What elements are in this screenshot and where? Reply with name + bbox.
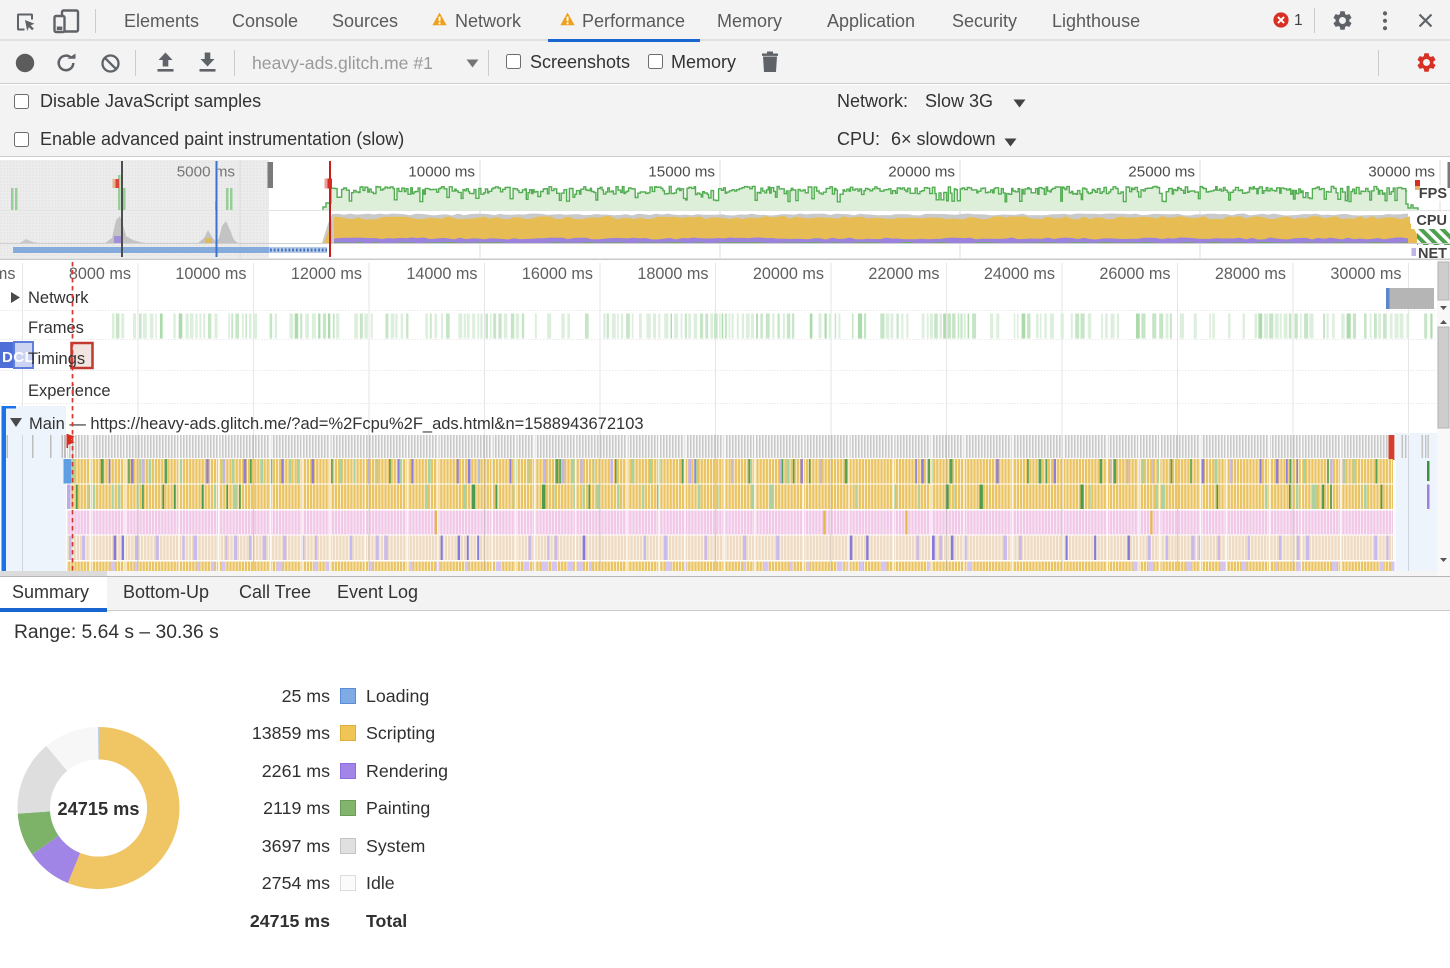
- svg-text:12000 ms: 12000 ms: [291, 265, 362, 283]
- svg-text:CPU: CPU: [1416, 213, 1447, 229]
- svg-text:5000 ms: 5000 ms: [177, 164, 236, 181]
- svg-text:Frames: Frames: [28, 319, 84, 337]
- svg-text:14000 ms: 14000 ms: [406, 265, 477, 283]
- svg-text:22000 ms: 22000 ms: [868, 265, 939, 283]
- svg-text:FPS: FPS: [1419, 186, 1448, 202]
- svg-text:30000 ms: 30000 ms: [1330, 265, 1401, 283]
- svg-text:10000 ms: 10000 ms: [175, 265, 246, 283]
- svg-text:20000 ms: 20000 ms: [888, 164, 955, 181]
- svg-text:24000 ms: 24000 ms: [984, 265, 1055, 283]
- svg-text:8000 ms: 8000 ms: [69, 265, 131, 283]
- svg-text:25000 ms: 25000 ms: [1128, 164, 1195, 181]
- svg-text:24715 ms: 24715 ms: [58, 799, 140, 819]
- svg-text:28000 ms: 28000 ms: [1215, 265, 1286, 283]
- svg-text:Main — https://heavy-ads.glitc: Main — https://heavy-ads.glitch.me/?ad=%…: [29, 415, 644, 433]
- svg-text:26000 ms: 26000 ms: [1099, 265, 1170, 283]
- svg-text:18000 ms: 18000 ms: [637, 265, 708, 283]
- svg-text:Timings: Timings: [28, 350, 85, 368]
- svg-text:10000 ms: 10000 ms: [408, 164, 475, 181]
- svg-text:15000 ms: 15000 ms: [648, 164, 715, 181]
- svg-text:20000 ms: 20000 ms: [753, 265, 824, 283]
- svg-text:30000 ms: 30000 ms: [1368, 164, 1435, 181]
- svg-text:Experience: Experience: [28, 382, 111, 400]
- svg-text:16000 ms: 16000 ms: [522, 265, 593, 283]
- svg-text:6000 ms: 6000 ms: [0, 265, 16, 283]
- svg-text:NET: NET: [1418, 246, 1447, 260]
- svg-text:Network: Network: [28, 289, 89, 307]
